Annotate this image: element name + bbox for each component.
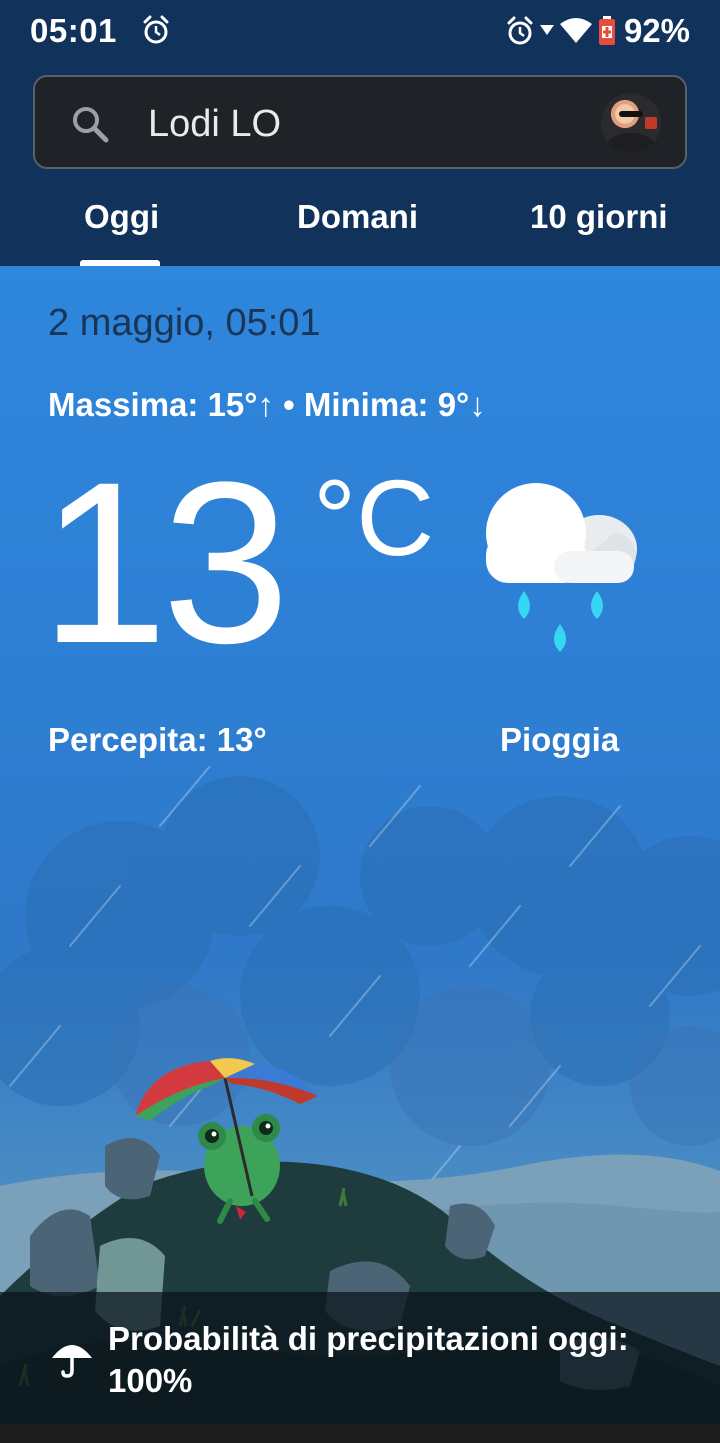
temperature-unit: °C xyxy=(313,457,435,578)
avatar[interactable] xyxy=(601,93,661,153)
feels-like: Percepita: 13° xyxy=(48,721,267,758)
search-icon[interactable] xyxy=(71,105,109,143)
tab-oggi[interactable]: Oggi xyxy=(84,198,159,236)
max-min-temperature: Massima: 15°↑ • Minima: 9°↓ xyxy=(48,386,486,423)
status-bar: 05:01 92% xyxy=(0,0,720,62)
tab-domani[interactable]: Domani xyxy=(297,198,418,236)
status-time: 05:01 xyxy=(30,12,117,49)
weather-panel: 2 maggio, 05:01 Massima: 15°↑ • Minima: … xyxy=(0,266,720,1424)
wifi-icon xyxy=(559,18,592,43)
tab-bar: Oggi Domani 10 giorni xyxy=(0,190,720,266)
weather-condition: Pioggia xyxy=(500,721,620,758)
battery-percent: 92% xyxy=(623,12,690,49)
system-navigation-bar xyxy=(0,1424,720,1443)
rain-cloud-icon xyxy=(486,483,637,652)
weather-app: 05:01 92% Lodi LO Oggi Domani 10 giorni … xyxy=(0,0,720,1443)
umbrella-icon xyxy=(52,1345,92,1378)
current-temperature: 13 xyxy=(40,434,290,691)
signal-icon xyxy=(539,25,554,35)
battery-icon xyxy=(598,16,615,45)
header: 05:01 92% Lodi LO Oggi Domani 10 giorni xyxy=(0,0,720,266)
precipitation-text: Probabilità di precipitazioni oggi: 100% xyxy=(108,1320,629,1399)
precipitation-banner[interactable]: Probabilità di precipitazioni oggi: 100% xyxy=(0,1292,720,1424)
alarm-icon xyxy=(143,15,169,44)
search-bar[interactable]: Lodi LO xyxy=(33,75,687,169)
alarm-icon xyxy=(507,16,533,45)
tab-10-giorni[interactable]: 10 giorni xyxy=(530,198,668,236)
search-input[interactable]: Lodi LO xyxy=(148,103,281,146)
date-time: 2 maggio, 05:01 xyxy=(48,302,321,344)
status-icons: 92% xyxy=(506,12,690,50)
